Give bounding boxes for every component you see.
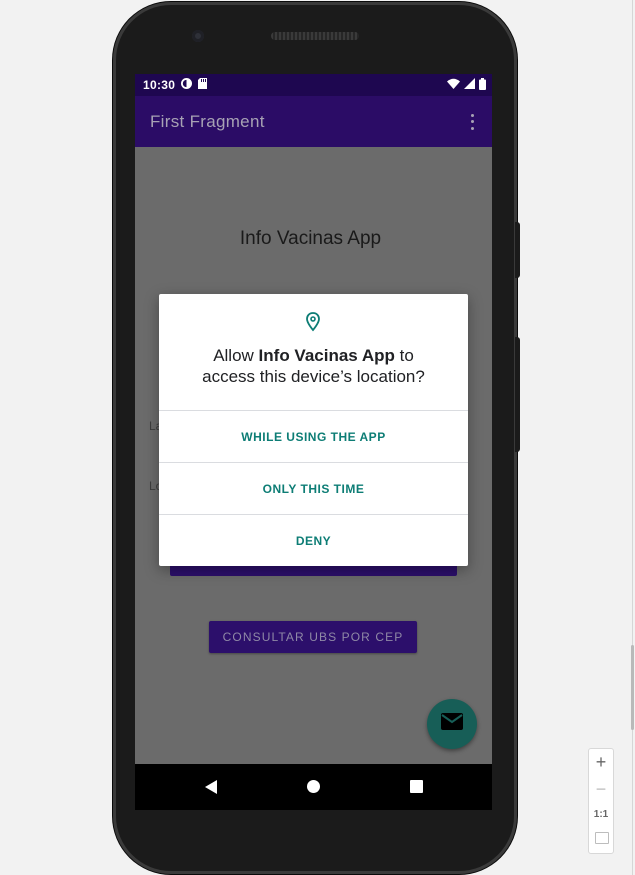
data-saver-icon bbox=[181, 78, 193, 92]
dialog-message: Allow Info Vacinas App to access this de… bbox=[159, 345, 468, 387]
sd-card-icon bbox=[198, 78, 208, 92]
zoom-in-button[interactable]: + bbox=[589, 752, 613, 773]
app-bar-title: First Fragment bbox=[150, 111, 265, 131]
earpiece-speaker bbox=[271, 32, 359, 40]
recents-icon[interactable] bbox=[410, 780, 423, 793]
battery-icon bbox=[479, 77, 486, 93]
dialog-app-name: Info Vacinas App bbox=[258, 346, 395, 365]
mail-icon bbox=[441, 713, 463, 735]
overflow-menu-icon[interactable] bbox=[466, 112, 478, 132]
consult-ubs-by-cep-button[interactable]: CONSULTAR UBS POR CEP bbox=[209, 621, 417, 653]
fit-screen-icon[interactable] bbox=[595, 832, 609, 844]
back-icon[interactable] bbox=[205, 780, 217, 794]
wifi-icon bbox=[447, 78, 460, 92]
home-icon[interactable] bbox=[307, 780, 320, 793]
only-this-time-button[interactable]: ONLY THIS TIME bbox=[159, 463, 468, 514]
app-title-text: Info Vacinas App bbox=[239, 228, 382, 249]
actual-size-button[interactable]: 1:1 bbox=[589, 809, 613, 820]
status-time: 10:30 bbox=[143, 78, 176, 92]
window-edge bbox=[632, 0, 633, 875]
mail-fab-button[interactable] bbox=[427, 699, 477, 749]
system-nav-bar bbox=[135, 764, 492, 810]
front-camera bbox=[192, 30, 204, 42]
location-pin-icon bbox=[304, 312, 322, 337]
dialog-message-suffix: to bbox=[394, 346, 414, 365]
signal-icon bbox=[464, 78, 475, 92]
zoom-controls: + − 1:1 bbox=[588, 748, 614, 854]
power-button[interactable] bbox=[515, 222, 520, 278]
zoom-out-button[interactable]: − bbox=[589, 779, 613, 800]
volume-rocker[interactable] bbox=[515, 337, 520, 452]
location-permission-dialog: Allow Info Vacinas App to access this de… bbox=[159, 294, 468, 566]
while-using-app-button[interactable]: WHILE USING THE APP bbox=[159, 411, 468, 462]
dialog-message-line2: access this device’s location? bbox=[202, 367, 425, 386]
scrollbar-thumb[interactable] bbox=[631, 645, 634, 730]
deny-button[interactable]: DENY bbox=[159, 515, 468, 566]
dialog-message-prefix: Allow bbox=[213, 346, 259, 365]
status-bar: 10:30 bbox=[135, 74, 492, 96]
app-bar: First Fragment bbox=[135, 96, 492, 147]
